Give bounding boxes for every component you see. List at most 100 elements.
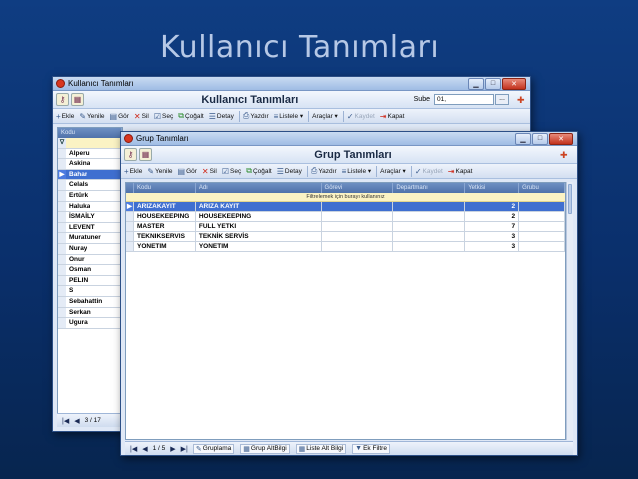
toolbar-kapat-button[interactable]: ⇥ Kapat: [380, 112, 405, 121]
inner-window-title: Grup Tanımları: [136, 134, 189, 143]
toolbar-listele-button[interactable]: ≡ Listele ▾: [342, 167, 372, 176]
toolbar-sil-button[interactable]: ✕ Sil: [134, 112, 149, 121]
user-code: LEVENT: [69, 223, 95, 231]
toolbar-kapat-label: Kapat: [455, 167, 473, 175]
inner-scrollbar[interactable]: [566, 182, 573, 440]
toolbar-gor-label: Gör: [118, 112, 129, 120]
toolbar-gor-button[interactable]: ▤ Gör: [178, 167, 197, 176]
toolbar-sec-button[interactable]: ☑ Seç: [222, 167, 241, 176]
col-yetkisi[interactable]: Yetkisi: [465, 183, 520, 193]
toolbar-ekle-button[interactable]: + Ekle: [56, 112, 74, 121]
next-record-icon[interactable]: ▶: [170, 445, 175, 453]
toolbar-detay-button[interactable]: ☰ Detay: [277, 167, 302, 176]
col-grubu[interactable]: Grubu: [519, 183, 566, 193]
user-list-item[interactable]: Celals: [58, 180, 122, 191]
settings-icon[interactable]: ▦: [139, 148, 152, 161]
settings-icon[interactable]: ▦: [71, 93, 84, 106]
prev-record-icon[interactable]: ◀: [142, 445, 147, 453]
current-row-icon: ▶: [126, 202, 134, 211]
user-list-item[interactable]: Muratuner: [58, 233, 122, 244]
prev-record-icon[interactable]: ◀: [74, 417, 79, 425]
table-row[interactable]: YONETIM YONETIM 3: [126, 242, 566, 252]
row-indicator: [58, 296, 66, 307]
table-row[interactable]: HOUSEKEEPING HOUSEKEEPING 2: [126, 212, 566, 222]
ek-filtre-button[interactable]: ▼ Ek Filtre: [352, 443, 390, 454]
user-filter-row[interactable]: ∇: [58, 138, 122, 149]
toolbar-kaydet-label: Kaydet: [354, 112, 375, 120]
inner-navbar: |◀ ◀ 1 / 5 ▶ ▶| ✎ Gruplama ▦ Grup AltBilgi ▦…: [125, 441, 573, 455]
first-record-icon[interactable]: |◀: [130, 445, 137, 453]
group-filter-row[interactable]: Filtrelemek için burayı kullanınız: [126, 193, 565, 202]
user-list-header[interactable]: Kodu: [58, 128, 122, 138]
user-list-item[interactable]: Alperu: [58, 148, 122, 160]
user-list-item[interactable]: LEVENT: [58, 222, 122, 234]
user-list-item[interactable]: Haluka: [58, 201, 122, 213]
toolbar-cogalt-button[interactable]: ⧉ Çoğalt: [246, 166, 272, 176]
close-icon[interactable]: ✕: [549, 132, 573, 145]
toolbar-kaydet-button[interactable]: ✓ Kaydet: [347, 112, 375, 121]
user-list-item[interactable]: Ertürk: [58, 190, 122, 202]
grup-tanimlari-window: Grup Tanımları ▁ □ ✕ ⚷ ▦ Grup Tanımları …: [120, 131, 578, 456]
user-list-item[interactable]: Askina: [58, 159, 122, 170]
user-list-item[interactable]: S: [58, 286, 122, 297]
pin-icon[interactable]: ✚: [560, 150, 570, 160]
user-code: PELIN: [69, 276, 89, 284]
user-list-item[interactable]: Osman: [58, 265, 122, 276]
toolbar-sec-label: Seç: [230, 167, 242, 175]
user-list-item[interactable]: İSMAİLY: [58, 212, 122, 223]
col-adi[interactable]: Adı: [196, 183, 322, 193]
toolbar-kaydet-button[interactable]: ✓ Kaydet: [415, 167, 443, 176]
user-list-item[interactable]: Sebahattin: [58, 296, 122, 308]
maximize-icon[interactable]: □: [485, 77, 501, 90]
group-grid-header[interactable]: Kodu Adı Görevi Departmanı Yetkisi Grubu: [126, 183, 566, 193]
minimize-icon[interactable]: ▁: [468, 77, 484, 90]
toolbar-gor-button[interactable]: ▤ Gör: [110, 112, 129, 121]
toolbar-yenile-button[interactable]: ✎ Yenile: [147, 167, 172, 176]
sube-input[interactable]: 01,: [434, 94, 494, 105]
liste-alt-bilgi-icon: ▦: [298, 445, 306, 453]
toolbar-yenile-button[interactable]: ✎ Yenile: [79, 112, 104, 121]
key-icon[interactable]: ⚷: [56, 93, 69, 106]
sube-lookup-button[interactable]: ...: [495, 94, 509, 105]
last-record-icon[interactable]: ▶|: [181, 445, 188, 453]
toolbar-sec-button[interactable]: ☑ Seç: [154, 112, 173, 121]
toolbar-araclar-button[interactable]: Araçlar ▾: [312, 112, 338, 120]
col-gorevi[interactable]: Görevi: [322, 183, 394, 193]
table-row[interactable]: MASTER FULL YETKI 7: [126, 222, 566, 232]
cell-grubu: [519, 232, 566, 241]
user-list-item[interactable]: Ugura: [58, 318, 122, 329]
user-list-item[interactable]: Onur: [58, 254, 122, 266]
toolbar-yazdir-button[interactable]: ⎙ Yazdır: [243, 111, 269, 121]
grup-altbilgi-button[interactable]: ▦ Grup AltBilgi: [240, 443, 290, 454]
close-icon[interactable]: ✕: [502, 77, 526, 90]
outer-titlebar[interactable]: Kullanıcı Tanımları ▁ □ ✕: [53, 77, 530, 91]
minimize-icon[interactable]: ▁: [515, 132, 531, 145]
first-record-icon[interactable]: |◀: [62, 417, 69, 425]
user-list-item[interactable]: PELIN: [58, 275, 122, 287]
user-list-item[interactable]: Serkan: [58, 307, 122, 319]
col-kodu[interactable]: Kodu: [58, 128, 122, 138]
toolbar-ekle-button[interactable]: + Ekle: [124, 167, 142, 176]
inner-titlebar[interactable]: Grup Tanımları ▁ □ ✕: [121, 132, 577, 146]
toolbar-listele-button[interactable]: ≡ Listele ▾: [274, 112, 304, 121]
toolbar-kapat-button[interactable]: ⇥ Kapat: [448, 167, 473, 176]
toolbar-detay-button[interactable]: ☰ Detay: [209, 112, 234, 121]
col-departmani[interactable]: Departmanı: [393, 183, 466, 193]
liste-alt-bilgi-button[interactable]: ▦ Liste Alt Bilgi: [295, 443, 347, 454]
table-row[interactable]: ▶ ARIZAKAYIT ARIZA KAYIT 2: [126, 202, 566, 212]
col-kodu[interactable]: Kodu: [134, 183, 196, 193]
toolbar-cogalt-button[interactable]: ⧉ Çoğalt: [178, 111, 204, 121]
cell-adi: FULL YETKI: [196, 222, 322, 231]
table-row[interactable]: TEKNIKSERVIS TEKNİK SERVİS 3: [126, 232, 566, 242]
user-list-item[interactable]: Nuray: [58, 243, 122, 255]
gruplama-button[interactable]: ✎ Gruplama: [192, 443, 235, 454]
toolbar-kaydet-label: Kaydet: [422, 167, 443, 175]
toolbar-yazdir-button[interactable]: ⎙ Yazdır: [311, 166, 337, 176]
maximize-icon[interactable]: □: [532, 132, 548, 145]
user-list-item[interactable]: ▶ Bahar: [58, 169, 122, 181]
toolbar-sil-button[interactable]: ✕ Sil: [202, 167, 217, 176]
toolbar-araclar-button[interactable]: Araçlar ▾: [380, 167, 406, 175]
toolbar-listele-label: Listele ▾: [279, 113, 304, 120]
key-icon[interactable]: ⚷: [124, 148, 137, 161]
pin-icon[interactable]: ✚: [517, 95, 527, 105]
